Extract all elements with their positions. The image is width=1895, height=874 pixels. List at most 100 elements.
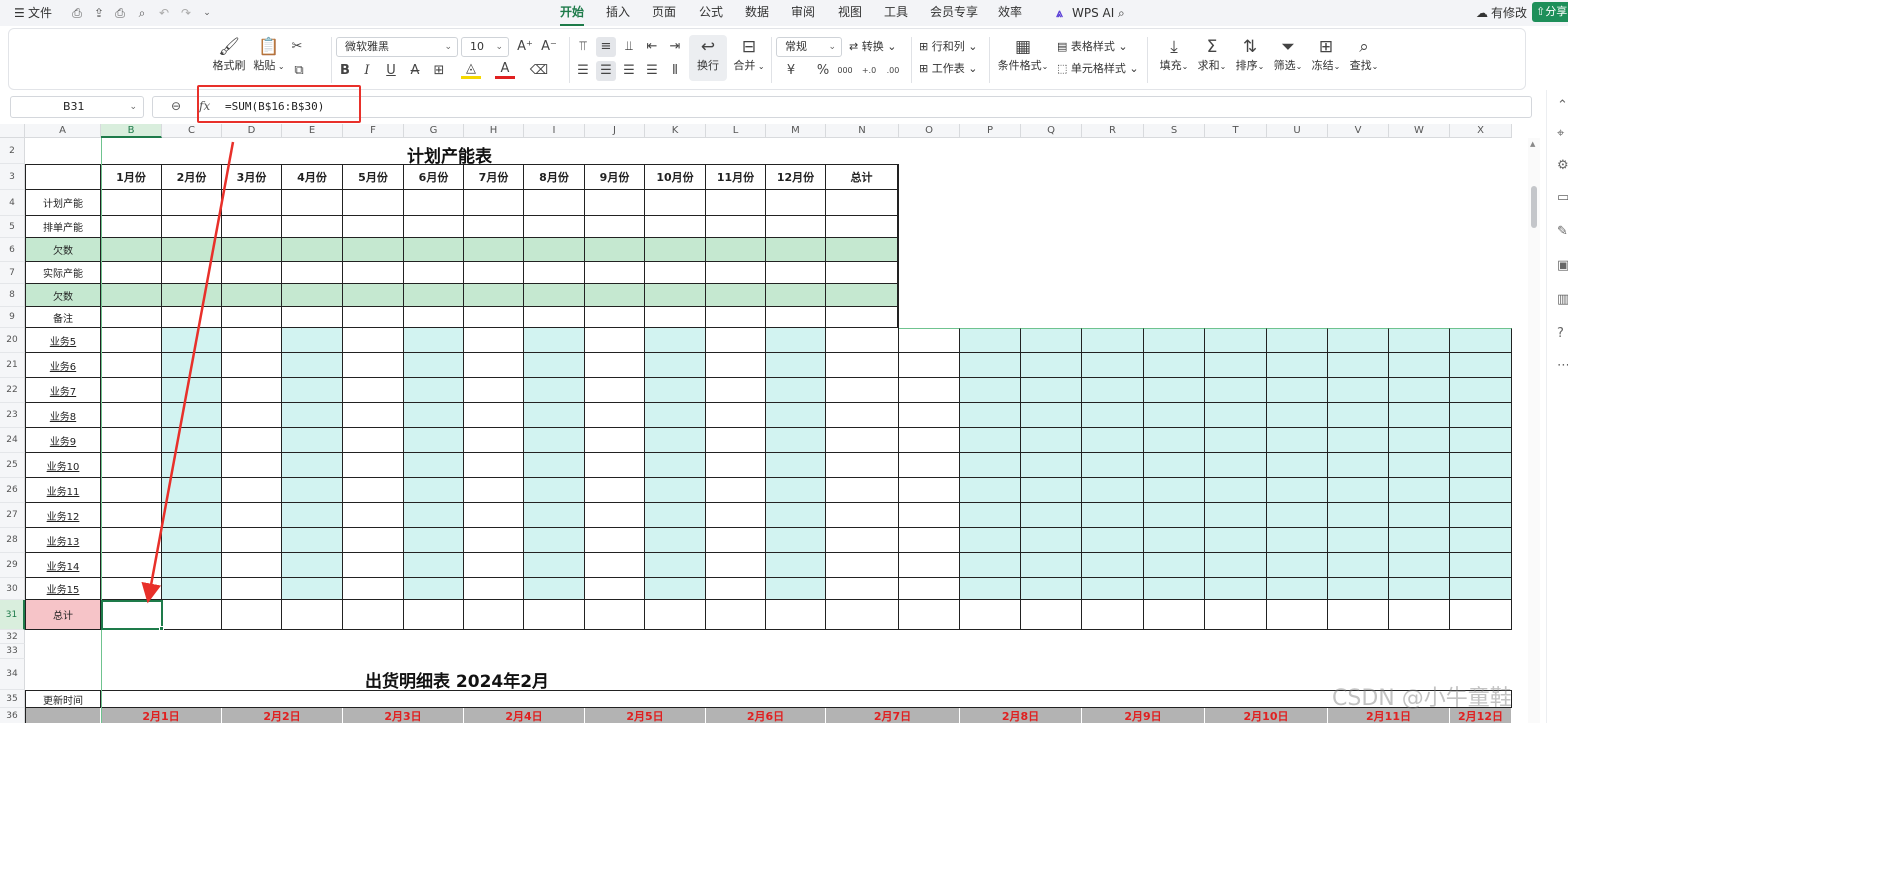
- help-icon[interactable]: ?: [1557, 326, 1568, 341]
- data-cell[interactable]: [766, 503, 826, 528]
- row-label[interactable]: 欠数: [25, 284, 101, 307]
- data-cell[interactable]: [1021, 478, 1082, 503]
- data-cell[interactable]: [343, 528, 404, 553]
- data-cell[interactable]: [1450, 428, 1512, 453]
- data-cell[interactable]: [404, 578, 464, 600]
- total-cell[interactable]: [222, 600, 282, 630]
- data-cell[interactable]: [766, 353, 826, 378]
- data-cell[interactable]: [162, 578, 222, 600]
- data-cell[interactable]: [960, 428, 1021, 453]
- data-cell[interactable]: [1267, 453, 1328, 478]
- data-cell[interactable]: [1144, 578, 1205, 600]
- data-cell[interactable]: [766, 553, 826, 578]
- date-header[interactable]: 2月6日: [706, 708, 826, 723]
- data-cell[interactable]: [222, 578, 282, 600]
- data-cell[interactable]: [706, 328, 766, 353]
- data-cell[interactable]: [1267, 578, 1328, 600]
- data-cell[interactable]: [585, 328, 645, 353]
- convert-button[interactable]: ⇄ 转换 ⌄: [849, 37, 896, 57]
- data-cell[interactable]: [101, 453, 162, 478]
- conditional-format-button[interactable]: ▦ 条件格式⌄: [997, 37, 1049, 73]
- align-bottom-icon[interactable]: ⫫: [619, 37, 639, 57]
- column-header-J[interactable]: J: [585, 124, 645, 138]
- data-cell[interactable]: [826, 553, 899, 578]
- data-cell[interactable]: [101, 328, 162, 353]
- table-cell[interactable]: [282, 238, 343, 262]
- data-cell[interactable]: [101, 503, 162, 528]
- table-cell[interactable]: [706, 216, 766, 238]
- name-box[interactable]: B31 ⌄: [10, 96, 144, 118]
- data-cell[interactable]: [1021, 528, 1082, 553]
- data-cell[interactable]: [826, 428, 899, 453]
- table-cell[interactable]: [766, 262, 826, 284]
- total-cell[interactable]: [1389, 600, 1450, 630]
- table-cell[interactable]: [645, 307, 706, 328]
- data-cell[interactable]: [464, 503, 524, 528]
- chevron-down-icon[interactable]: ⌄: [198, 4, 216, 22]
- table-cell[interactable]: [464, 262, 524, 284]
- share-button[interactable]: ⇧分享: [1532, 2, 1568, 22]
- data-cell[interactable]: [343, 353, 404, 378]
- column-header-V[interactable]: V: [1328, 124, 1389, 138]
- table-cell[interactable]: [101, 190, 162, 216]
- data-cell[interactable]: [101, 553, 162, 578]
- data-cell[interactable]: [1205, 478, 1267, 503]
- table-cell[interactable]: [706, 190, 766, 216]
- data-cell[interactable]: [766, 378, 826, 403]
- data-cell[interactable]: [222, 503, 282, 528]
- tab-9[interactable]: 效率: [998, 0, 1022, 26]
- data-cell[interactable]: [1144, 503, 1205, 528]
- data-cell[interactable]: [766, 578, 826, 600]
- business-label[interactable]: 业务6: [25, 353, 101, 378]
- search-icon[interactable]: ⌕: [1118, 0, 1125, 26]
- data-cell[interactable]: [1082, 428, 1144, 453]
- data-cell[interactable]: [1267, 353, 1328, 378]
- date-header[interactable]: 2月5日: [585, 708, 706, 723]
- table-cell[interactable]: [464, 190, 524, 216]
- data-cell[interactable]: [1267, 528, 1328, 553]
- data-cell[interactable]: [343, 403, 404, 428]
- table-cell[interactable]: [343, 216, 404, 238]
- table-cell[interactable]: [282, 307, 343, 328]
- border-icon[interactable]: ⊞: [429, 61, 449, 81]
- data-cell[interactable]: [282, 353, 343, 378]
- data-cell[interactable]: [1328, 403, 1389, 428]
- column-header-Q[interactable]: Q: [1021, 124, 1082, 138]
- data-cell[interactable]: [1328, 328, 1389, 353]
- fill-button[interactable]: ⤓ 填充⌄: [1155, 37, 1193, 73]
- table-cell[interactable]: [162, 190, 222, 216]
- save-icon[interactable]: ⎙: [68, 4, 86, 22]
- data-cell[interactable]: [1144, 453, 1205, 478]
- table-cell[interactable]: [464, 307, 524, 328]
- table-cell[interactable]: [162, 284, 222, 307]
- rows-columns-button[interactable]: ⊞ 行和列 ⌄: [919, 37, 977, 57]
- align-center-icon[interactable]: ☰: [596, 61, 616, 81]
- data-cell[interactable]: [1205, 553, 1267, 578]
- total-cell[interactable]: [524, 600, 585, 630]
- row-header-21[interactable]: 21: [0, 353, 25, 378]
- table-cell[interactable]: [282, 262, 343, 284]
- data-cell[interactable]: [645, 453, 706, 478]
- data-cell[interactable]: [404, 478, 464, 503]
- table-cell[interactable]: [162, 216, 222, 238]
- data-cell[interactable]: [826, 503, 899, 528]
- month-header[interactable]: 11月份: [706, 164, 766, 190]
- data-cell[interactable]: [162, 553, 222, 578]
- data-cell[interactable]: [1450, 353, 1512, 378]
- wps-ai-button[interactable]: WPS AI: [1072, 0, 1114, 26]
- column-header-N[interactable]: N: [826, 124, 899, 138]
- decrease-font-icon[interactable]: A⁻: [539, 37, 559, 57]
- data-cell[interactable]: [826, 353, 899, 378]
- table-cell[interactable]: [585, 238, 645, 262]
- data-cell[interactable]: [826, 328, 899, 353]
- data-cell[interactable]: [1144, 328, 1205, 353]
- more-icon[interactable]: ⋯: [1557, 358, 1568, 373]
- data-cell[interactable]: [343, 503, 404, 528]
- table-cell[interactable]: [826, 307, 899, 328]
- data-cell[interactable]: [585, 578, 645, 600]
- data-cell[interactable]: [899, 328, 960, 353]
- row-header-34[interactable]: 34: [0, 659, 25, 690]
- table-cell[interactable]: [766, 307, 826, 328]
- data-cell[interactable]: [706, 578, 766, 600]
- data-cell[interactable]: [1389, 503, 1450, 528]
